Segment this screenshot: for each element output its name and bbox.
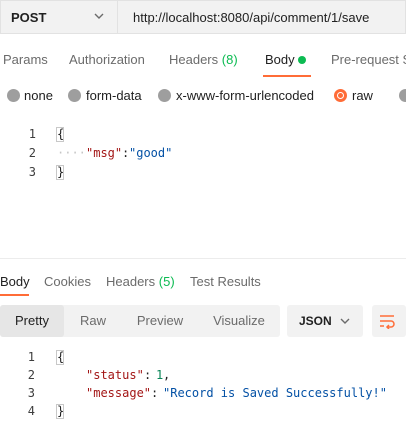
tab-response-body[interactable]: Body [0, 274, 30, 289]
view-preview-button[interactable]: Preview [122, 305, 198, 337]
radio-form-data[interactable] [68, 89, 81, 102]
tab-cookies[interactable]: Cookies [44, 274, 91, 289]
radio-form-data-label: form-data [86, 88, 142, 103]
format-select[interactable]: JSON [287, 305, 363, 337]
json-key-status: "status" [86, 368, 144, 382]
url-text: http://localhost:8080/api/comment/1/save [133, 10, 370, 25]
radio-urlencoded-label: x-www-form-urlencoded [176, 88, 314, 103]
url-input[interactable]: http://localhost:8080/api/comment/1/save [117, 0, 406, 34]
active-tab-underline [0, 294, 29, 296]
line-number: 3 [28, 165, 36, 179]
line-number: 2 [28, 146, 36, 160]
active-tab-underline [263, 75, 311, 77]
wrap-lines-button[interactable] [372, 305, 406, 337]
close-brace: } [57, 165, 65, 179]
tab-test-results[interactable]: Test Results [190, 274, 261, 289]
radio-none-label: none [24, 88, 53, 103]
json-value: "good" [129, 146, 173, 160]
wrap-lines-icon [380, 315, 395, 329]
radio-raw-label: raw [352, 88, 373, 103]
tab-response-headers-label: Headers [106, 274, 156, 289]
body-type-radios: none form-data x-www-form-urlencoded raw [0, 84, 406, 108]
response-tabs: Body Cookies Headers (5) Test Results [0, 266, 406, 296]
json-colon: : [144, 368, 152, 382]
open-brace: { [57, 127, 65, 141]
close-brace: } [57, 404, 65, 418]
view-raw-button[interactable]: Raw [64, 305, 122, 337]
tab-headers-label: Headers [169, 52, 219, 67]
json-key: "msg" [86, 146, 123, 160]
indent-guide: ···· [57, 146, 86, 160]
tab-pre-request-script[interactable]: Pre-request S [331, 52, 406, 67]
request-tabs: Params Authorization Headers (8) Body Pr… [0, 44, 406, 78]
json-value-message: "Record is Saved Successfully!" [163, 386, 387, 400]
tab-params[interactable]: Params [3, 52, 48, 67]
method-select[interactable]: POST [0, 0, 117, 34]
line-number: 3 [27, 386, 35, 400]
radio-urlencoded[interactable] [158, 89, 171, 102]
tab-body[interactable]: Body [265, 52, 295, 67]
tab-response-headers[interactable]: Headers (5) [106, 274, 175, 289]
json-key-message: "message" [86, 386, 152, 400]
tab-headers[interactable]: Headers (8) [169, 52, 238, 67]
line-number: 2 [27, 368, 35, 382]
json-comma: , [163, 368, 171, 382]
open-brace: { [57, 350, 65, 364]
view-pretty-button[interactable]: Pretty [0, 305, 64, 337]
view-visualize-button[interactable]: Visualize [198, 305, 280, 337]
radio-raw[interactable] [334, 89, 347, 102]
format-select-label: JSON [299, 314, 332, 328]
json-colon: : [151, 386, 159, 400]
chevron-down-icon [340, 318, 350, 324]
tab-authorization[interactable]: Authorization [69, 52, 145, 67]
line-number: 1 [27, 350, 35, 364]
method-label: POST [11, 10, 47, 25]
body-modified-dot [298, 56, 306, 64]
radio-binary[interactable] [399, 89, 406, 102]
radio-none[interactable] [7, 89, 20, 102]
request-bar: POST http://localhost:8080/api/comment/1… [0, 0, 406, 34]
line-number: 1 [28, 127, 36, 141]
line-number: 4 [27, 404, 35, 418]
tab-response-headers-count: (5) [158, 274, 175, 289]
chevron-down-icon [94, 13, 104, 19]
tab-headers-count: (8) [221, 52, 238, 67]
section-divider [0, 258, 406, 259]
view-mode-toolbar: Pretty Raw Preview Visualize [0, 305, 280, 337]
